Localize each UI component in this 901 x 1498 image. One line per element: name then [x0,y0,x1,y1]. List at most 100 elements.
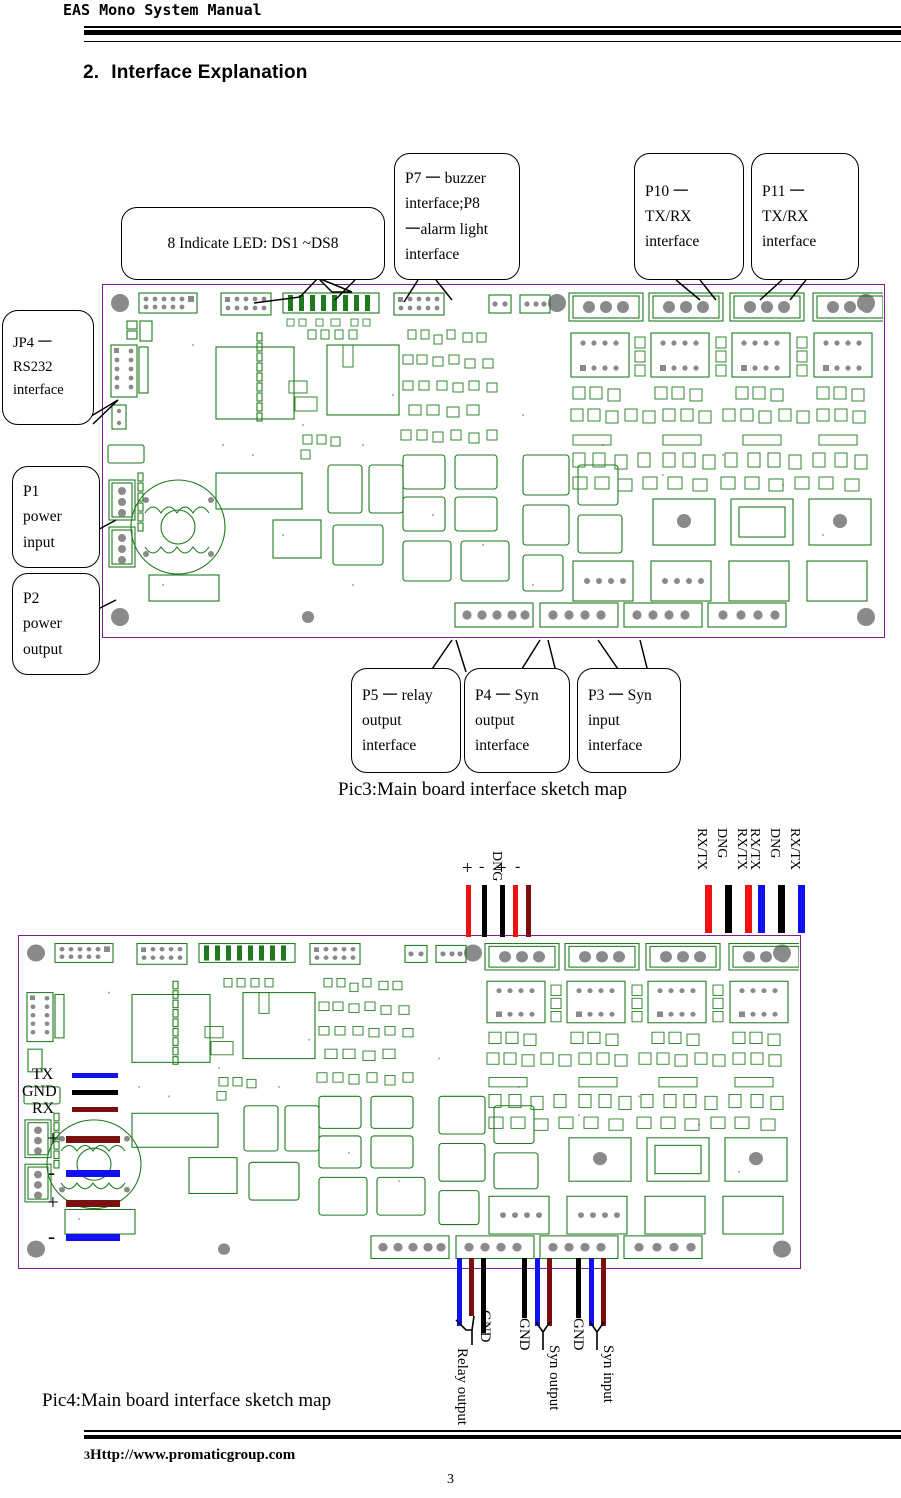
callout-line: power [23,615,62,633]
callout-p3-syn-input: P3 一 Syn input interface [577,668,681,773]
callout-line: P7 一 buzzer [405,170,486,188]
wire-label-rx: RX [32,1100,55,1117]
wire-darkred-syn-out [547,1258,552,1326]
wire-label-rxtx-b2: RX/TX [787,828,802,870]
callout-line: TX/RX [645,207,692,225]
wire-label-relay-output: Relay output [454,1348,470,1426]
callout-line: 一alarm light [405,220,489,238]
wire-red-bus-2 [745,885,752,933]
caption-pic4: Pic4:Main board interface sketch map [42,1390,332,1411]
wire-red-1 [466,885,471,937]
callout-line: interface [405,245,460,263]
callout-line: P3 一 Syn [588,686,652,704]
callout-line: P10 一 [645,182,689,200]
wire-blue-syn-out [535,1258,540,1326]
wire-label-plus-in: + [47,1126,59,1150]
wire-black-gnd-left [72,1090,118,1095]
wire-black-2 [500,885,505,937]
wire-blue-syn-in [589,1258,594,1326]
footer-rule-bottom [84,1435,901,1439]
callout-line: output [475,711,515,729]
wire-red-2 [513,885,518,937]
wire-label-gnd-relay: GND [477,1310,493,1343]
footer-url-text: Http://www.promaticgroup.com [90,1447,296,1463]
callout-p5-relay-output: P5 一 relay output interface [351,668,461,773]
pcb-board-pic4 [18,935,801,1269]
callout-line: interface [645,233,700,251]
wire-label-plus-out: + [47,1190,59,1214]
callout-line: input [23,533,55,551]
wire-label-rxtx-b1: RX/TX [747,828,762,870]
callout-p2-power-output: P2 power output [12,573,100,675]
callout-line: 8 Indicate LED: DS1 ~DS8 [167,234,339,252]
callout-line: P11 一 [762,182,805,200]
wire-label-minus-2: - [515,858,521,875]
wire-label-plus-2: + [496,858,507,879]
header-rule-top [84,26,901,28]
wire-black-bus-2 [778,885,785,933]
wire-label-minus-out: - [48,1224,55,1248]
callout-p1-power-input: P1 power input [12,466,100,568]
wire-label-minus-in: - [48,1160,55,1184]
wire-blue-tx [72,1073,118,1078]
wire-darkred-rx [72,1107,118,1112]
callout-line: TX/RX [762,207,809,225]
callout-line: interface [588,737,643,755]
callout-line: output [362,711,402,729]
wire-label-rxtx-r1: RX/TX [694,828,709,870]
callout-line: output [23,640,63,658]
callout-line: P1 [23,483,40,501]
wire-label-gnd-syn-out: GND [516,1318,532,1351]
page-header-title: EAS Mono System Manual [63,1,262,19]
header-rule-thin [84,41,901,42]
callout-indicate-led: 8 Indicate LED: DS1 ~DS8 [121,207,385,280]
callout-jp4: JP4 一 RS232 interface [2,310,94,425]
callout-p11: P11 一 TX/RX interface [751,153,859,280]
section-title-text: Interface Explanation [111,62,308,83]
wire-black-bus-1 [725,885,732,933]
callout-line: RS232 [13,358,53,375]
wire-black-1 [482,885,487,937]
wire-label-syn-input: Syn input [600,1345,616,1403]
caption-pic3: Pic3:Main board interface sketch map [338,779,628,800]
wire-label-tx: TX [32,1066,54,1083]
wire-black-syn-in-gnd [576,1258,581,1318]
wire-label-syn-output: Syn output [546,1345,562,1411]
footer-url: 3Http://www.promaticgroup.com [84,1447,295,1464]
callout-line: P4 一 Syn [475,686,539,704]
callout-p7-p8: P7 一 buzzer interface;P8 一alarm light in… [394,153,520,280]
callout-line: P5 一 relay [362,686,433,704]
callout-line: P2 [23,590,40,608]
header-rule-bottom [84,30,901,35]
callout-line: input [588,711,620,729]
wire-label-gnd-left: GND [22,1083,57,1100]
pcb-artwork-pic3 [107,292,883,628]
callout-p10: P10 一 TX/RX interface [634,153,744,280]
section-number: 2. [83,62,100,83]
callout-line: interface;P8 [405,195,480,213]
wire-blue-minus-in [66,1170,120,1177]
wire-darkred-plus-out [66,1200,120,1207]
manual-page: EAS Mono System Manual 2. Interface Expla… [0,0,901,1498]
wire-black-syn-out-gnd [522,1258,527,1318]
footer-rule-top [84,1430,901,1432]
wire-label-plus-1: + [462,858,473,879]
wire-blue-relay [457,1258,462,1326]
wire-darkred-relay [469,1258,474,1316]
callout-line: JP4 一 [13,335,53,352]
callout-line: interface [362,737,417,755]
wire-red-bus-1 [705,885,712,933]
pcb-artwork-pic4 [23,943,799,1260]
callout-line: interface [475,737,530,755]
callout-line: interface [13,382,64,399]
wire-label-dng-b: DNG [767,828,782,859]
section-heading: 2. Interface Explanation [83,62,308,84]
callout-line: power [23,508,62,526]
wire-label-minus-1: - [479,858,485,875]
wire-darkred-plus-in [66,1136,120,1143]
wire-darkred-2 [526,885,531,937]
wire-blue-bus-2 [798,885,805,933]
page-number: 3 [447,1472,454,1487]
wire-label-dng-r: DNG [714,828,729,859]
callout-p4-syn-output: P4 一 Syn output interface [464,668,570,773]
